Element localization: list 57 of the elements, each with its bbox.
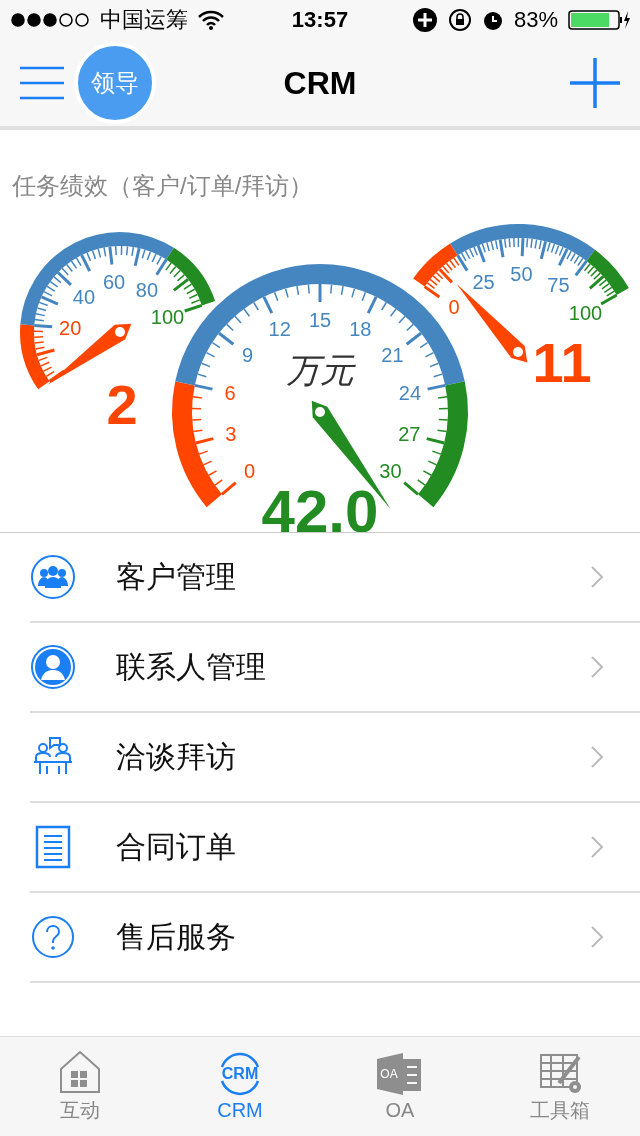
section-title: 任务绩效（客户/订单/拜访）: [11, 171, 315, 201]
chevron-icon: [590, 745, 604, 769]
gauge-scale-label: 25: [472, 271, 495, 294]
gauge-value: 42.0: [261, 478, 379, 532]
gauge-scale-label: 6: [224, 381, 236, 404]
chevron-icon: [590, 835, 604, 859]
gauge-scale-label: 50: [510, 263, 533, 286]
gauge-scale-label: 100: [568, 302, 603, 324]
gauge-scale-label: 21: [381, 344, 404, 367]
menu-row[interactable]: 洽谈拜访: [30, 713, 640, 803]
chevron-icon: [590, 655, 604, 679]
gauge-scale-label: 80: [135, 278, 159, 301]
help-icon: [30, 914, 76, 960]
add-icon[interactable]: [570, 58, 620, 108]
tab[interactable]: CRM CRM: [160, 1037, 320, 1136]
gauge-scale-label: 18: [349, 318, 372, 341]
gauge-scale-label: 60: [102, 271, 126, 294]
gauge-scale-label: 27: [398, 423, 421, 446]
menu-row[interactable]: 售后服务: [30, 893, 640, 983]
gauge-value: 2: [106, 373, 138, 436]
alarm-icon: [481, 9, 504, 31]
menu-row[interactable]: 联系人管理: [30, 623, 640, 713]
menu-row[interactable]: 客户管理: [30, 533, 640, 623]
group-icon: [30, 554, 76, 600]
gauge-scale-label: 40: [72, 286, 96, 309]
gauge-scale-label: 24: [398, 381, 422, 404]
gauge-scale-label: 75: [547, 274, 570, 297]
tab-label: CRM: [217, 1099, 263, 1122]
person-icon: [30, 644, 76, 690]
gauge-scale-label: 30: [379, 460, 402, 483]
gauge-scale-label: 3: [225, 423, 237, 446]
gauge-scale-label: 0: [243, 460, 256, 483]
gauge-scale-label: 12: [268, 318, 291, 341]
menu-icon[interactable]: [20, 66, 64, 100]
rotation-lock-icon: [447, 8, 472, 32]
gauge-unit: 万元: [286, 351, 354, 389]
chevron-icon: [590, 565, 604, 589]
plus-circle-icon: [411, 7, 438, 33]
house-icon: [57, 1049, 103, 1095]
carrier-name: 中国运筹: [100, 6, 188, 34]
battery-icon: [568, 9, 630, 31]
menu-row[interactable]: 合同订单: [30, 803, 640, 893]
tab-label: OA: [385, 1099, 415, 1122]
status-time: 13:57: [291, 7, 349, 33]
tab-label: 互动: [60, 1098, 100, 1123]
signal-icon: [10, 12, 90, 28]
gauge-scale-label: 9: [241, 344, 254, 367]
gauge-scale-label: 100: [150, 305, 185, 328]
gauge-scale-label: 20: [59, 317, 82, 340]
tab-label: 工具箱: [530, 1098, 590, 1123]
gauge-scale-label: 15: [308, 309, 332, 331]
wifi-icon: [198, 10, 224, 30]
page-title: CRM: [283, 64, 357, 102]
gauge-value: 11: [532, 331, 592, 394]
gauge-scale-label: 0: [448, 296, 460, 319]
battery-percent: 83%: [513, 7, 558, 33]
chevron-icon: [590, 925, 604, 949]
